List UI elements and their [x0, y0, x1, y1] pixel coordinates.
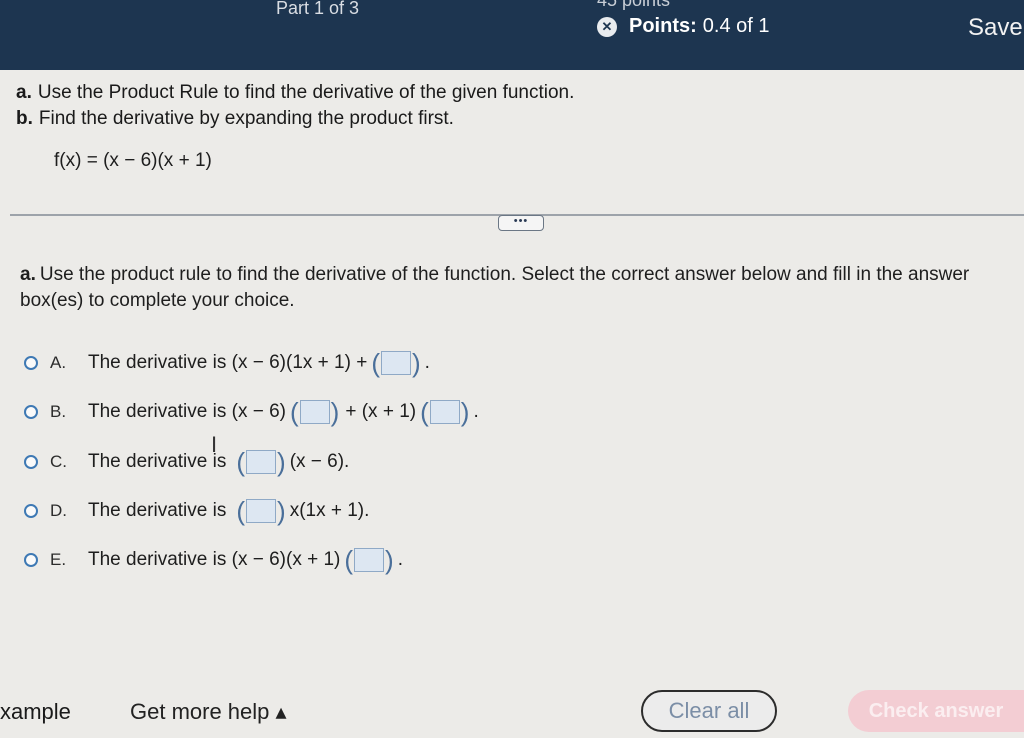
question-part-b: b. Find the derivative by expanding the p… — [16, 108, 454, 130]
radio-button[interactable] — [24, 504, 38, 518]
function-expression: f(x) = (x − 6)(x + 1) — [54, 150, 212, 171]
choice-suffix: . — [424, 352, 430, 373]
save-button[interactable]: Save — [968, 14, 1023, 42]
get-more-help-button[interactable]: Get more help ▴ — [130, 699, 287, 725]
choice-text: The derivative is — [88, 500, 227, 521]
question-part-a: a. Use the Product Rule to find the deriv… — [16, 82, 574, 104]
radio-button[interactable] — [24, 553, 38, 567]
part-indicator: Part 1 of 3 — [276, 0, 360, 18]
text-cursor-icon: I — [211, 432, 218, 457]
choice-letter: E. — [50, 550, 67, 569]
radio-button[interactable] — [24, 356, 38, 370]
choice-b[interactable]: B. The derivative is (x − 6) () + (x + 1… — [24, 397, 479, 427]
part-b-letter: b. — [16, 108, 33, 129]
radio-button[interactable] — [24, 405, 38, 419]
choice-text: The derivative is — [88, 451, 227, 472]
choice-letter: A. — [50, 353, 67, 372]
answer-box[interactable] — [246, 499, 277, 523]
choice-letter: D. — [50, 501, 67, 520]
part-a-text: Use the Product Rule to find the derivat… — [37, 82, 575, 103]
instruction-text: a. Use the product rule to find the deriv… — [20, 262, 1010, 314]
choice-text: The derivative is (x − 6)(x + 1) — [88, 549, 341, 570]
choice-text: The derivative is (x − 6) — [88, 401, 286, 422]
top-bar: Part 1 of 3 45 points ✕ Points: 0.4 of 1… — [0, 0, 1024, 70]
points-display: ✕ Points: 0.4 of 1 — [597, 15, 770, 38]
choice-e[interactable]: E. The derivative is (x − 6)(x + 1) () . — [24, 545, 403, 575]
choice-a[interactable]: A. The derivative is (x − 6)(1x + 1) + (… — [24, 348, 430, 378]
points-status-icon: ✕ — [597, 16, 617, 37]
answer-box[interactable] — [354, 548, 385, 572]
expand-button[interactable]: ••• — [498, 215, 544, 231]
choice-c[interactable]: C. The derivative is () (x − 6). — [24, 447, 349, 477]
points-label: Points: — [629, 15, 697, 37]
points-value: 0.4 of 1 — [702, 15, 770, 37]
instruction-body: Use the product rule to find the derivat… — [20, 264, 970, 311]
radio-button[interactable] — [24, 455, 38, 469]
part-a-letter: a. — [16, 82, 32, 103]
choice-suffix: (x − 6). — [289, 451, 350, 472]
choice-middle: + (x + 1) — [345, 401, 417, 422]
choice-suffix: . — [473, 401, 479, 422]
clear-all-button[interactable]: Clear all — [641, 690, 777, 732]
choice-letter: B. — [50, 402, 67, 421]
part-b-text: Find the derivative by expanding the pro… — [38, 108, 454, 129]
check-answer-button[interactable]: Check answer — [848, 690, 1024, 732]
view-example-link[interactable]: xample — [0, 699, 71, 725]
choice-letter: C. — [50, 452, 67, 471]
answer-box[interactable] — [246, 450, 277, 474]
choice-d[interactable]: D. The derivative is () x(1x + 1). — [24, 496, 369, 526]
choice-suffix: . — [397, 549, 403, 570]
answer-box[interactable] — [380, 351, 411, 375]
instruction-letter: a. — [20, 264, 36, 285]
choice-text: The derivative is (x − 6)(1x + 1) + — [88, 352, 368, 373]
answer-box[interactable] — [299, 400, 330, 424]
choice-suffix: x(1x + 1). — [289, 500, 370, 521]
answer-box[interactable] — [429, 400, 460, 424]
total-points: 45 points — [597, 0, 671, 10]
